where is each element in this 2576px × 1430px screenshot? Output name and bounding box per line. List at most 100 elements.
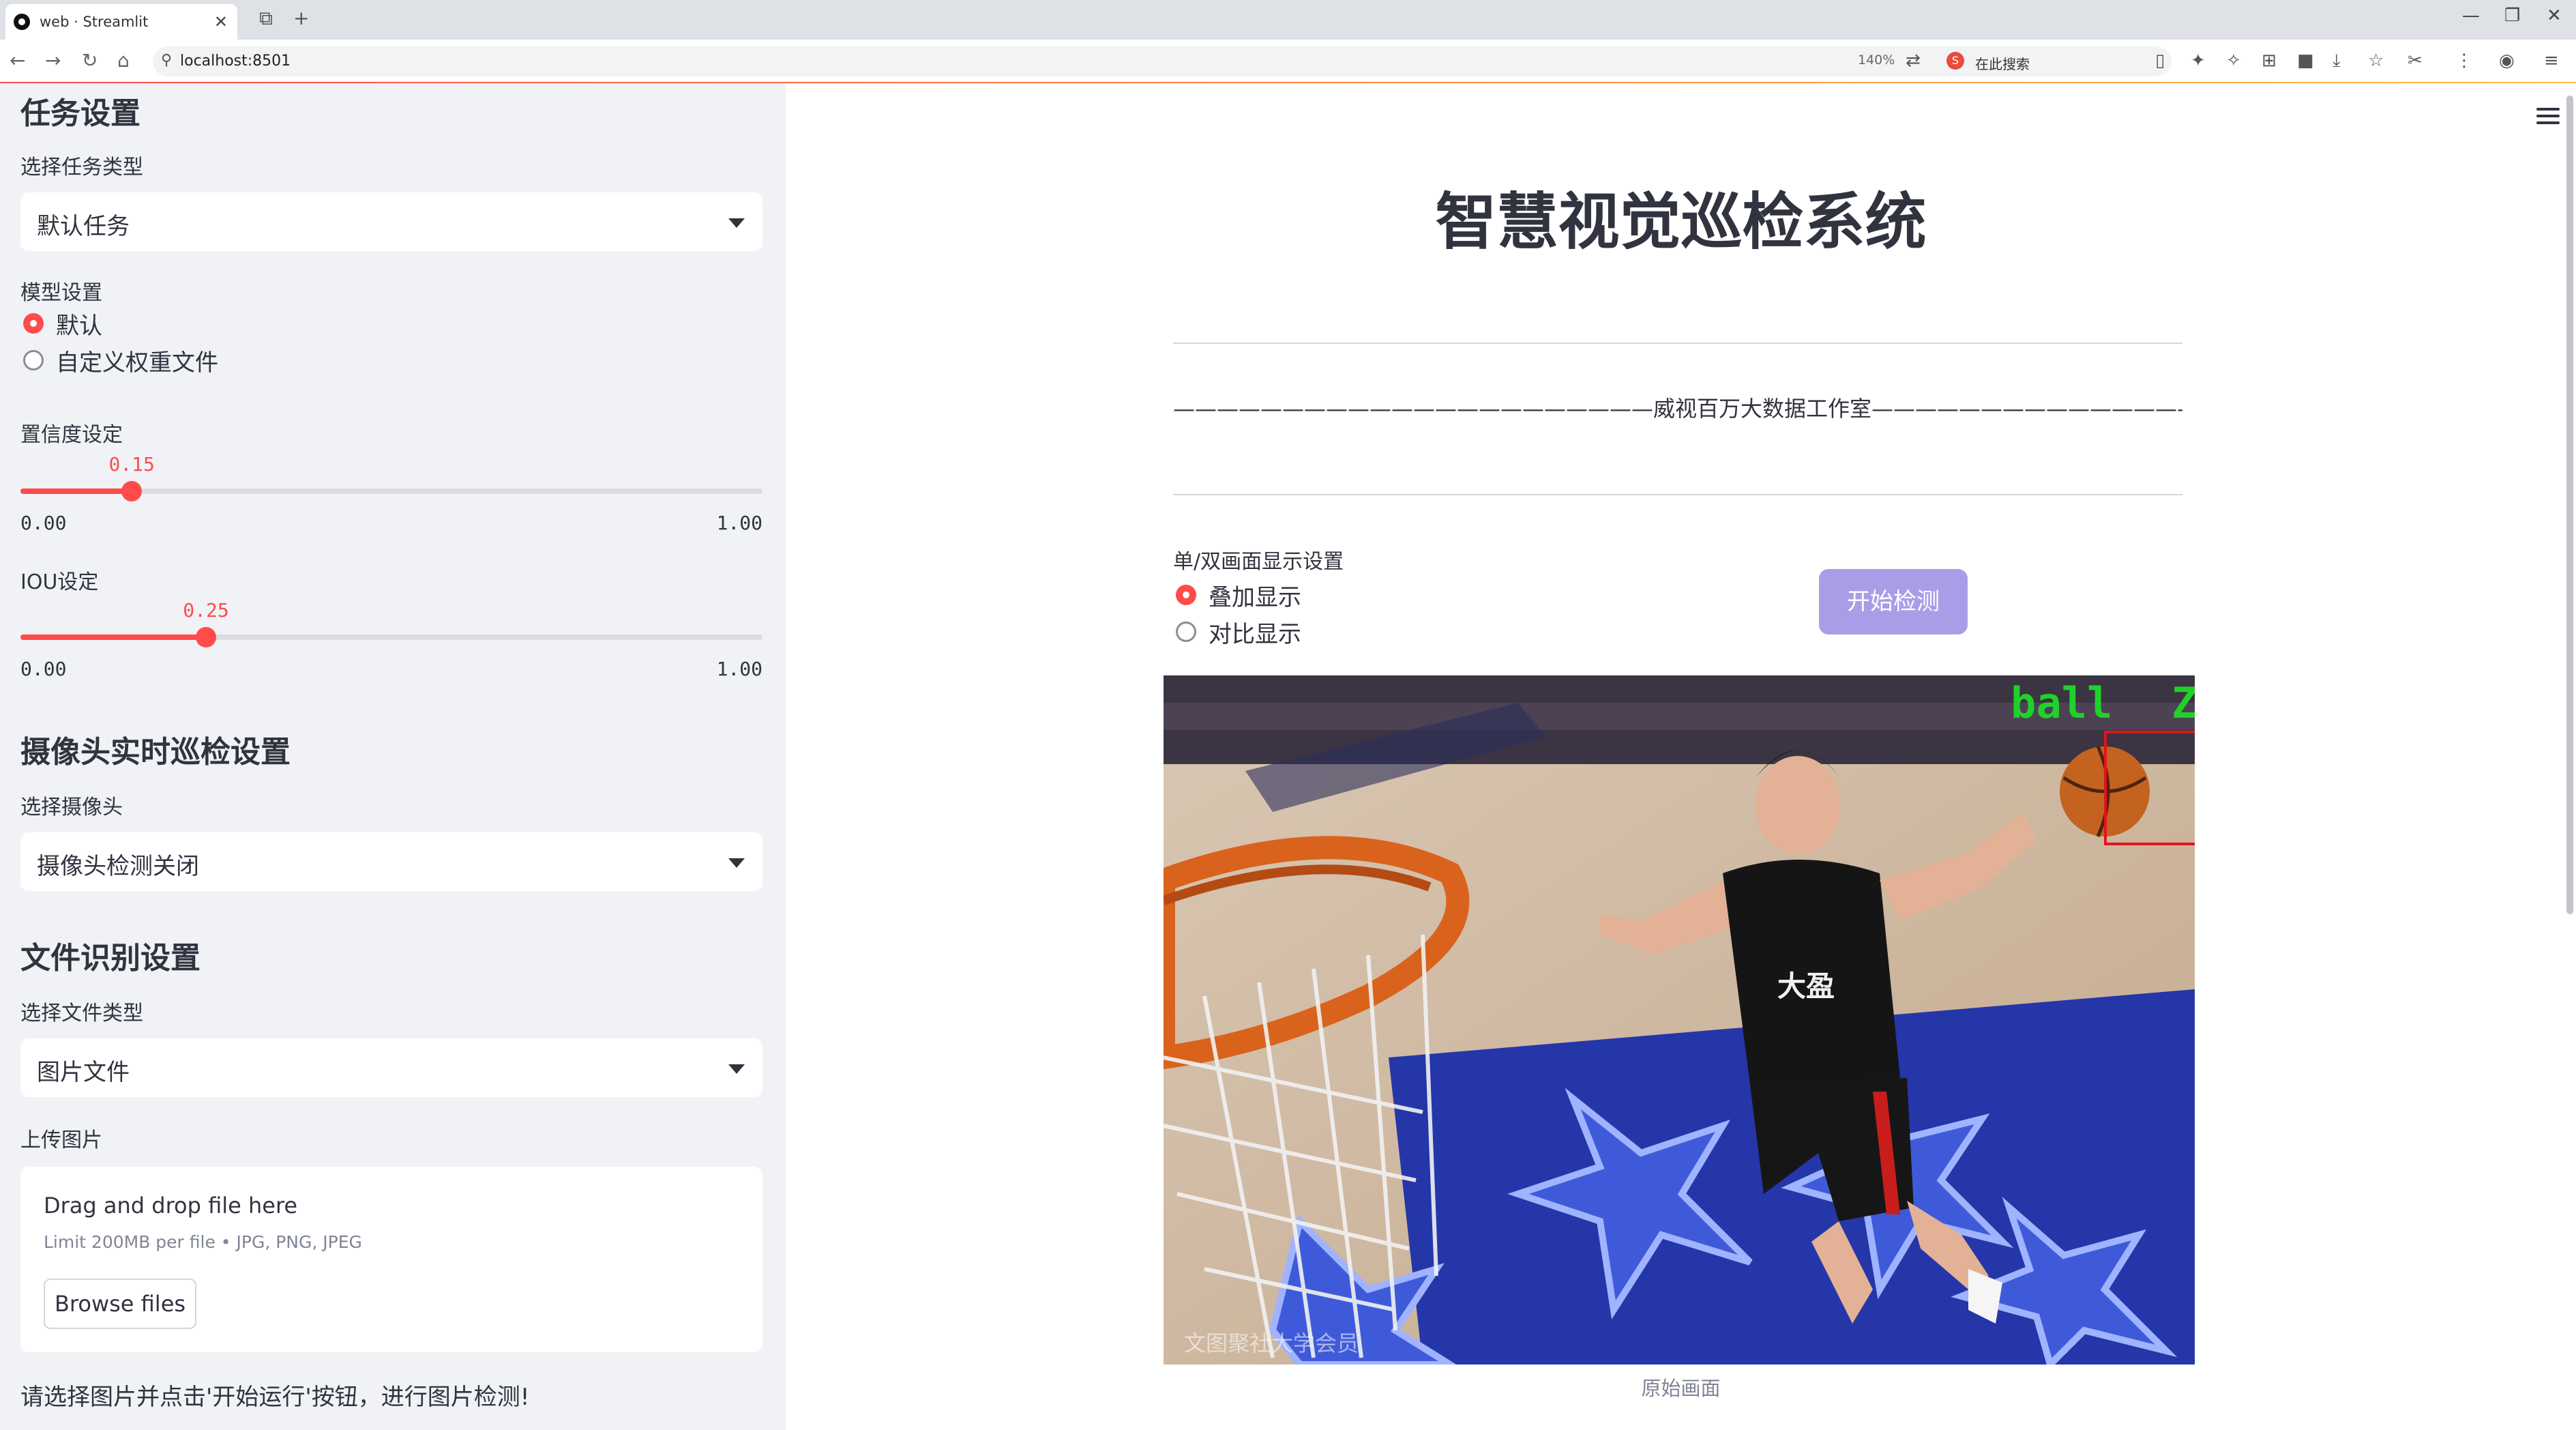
download-icon[interactable]: ⤓ bbox=[2333, 50, 2341, 72]
confidence-min: 0.00 bbox=[20, 512, 67, 534]
iou-min: 0.00 bbox=[20, 658, 67, 680]
extension-bird-icon[interactable]: ✧ bbox=[2226, 50, 2241, 71]
photo-watermark: 文图聚社大学会员 bbox=[1184, 1330, 1359, 1356]
basketball-dunk-photo: 大盈 ball Z 文图聚社大学会员 bbox=[1164, 675, 2195, 1365]
radio-unselected-icon bbox=[1176, 622, 1196, 642]
reload-icon[interactable]: ↻ bbox=[82, 49, 98, 72]
camera-select-label: 选择摄像头 bbox=[20, 796, 123, 819]
dropdown-chevron-icon bbox=[728, 218, 745, 228]
iou-slider-fill bbox=[20, 634, 206, 640]
zoom-level[interactable]: 140% bbox=[1858, 53, 1895, 68]
extension-black-icon[interactable]: ■ bbox=[2297, 50, 2314, 71]
file-dropzone[interactable]: Drag and drop file here Limit 200MB per … bbox=[20, 1167, 763, 1352]
iou-slider[interactable] bbox=[20, 627, 763, 647]
camera-select-value: 摄像头检测关闭 bbox=[37, 853, 199, 880]
search-placeholder: 在此搜索 bbox=[1975, 56, 2030, 72]
iou-value: 0.25 bbox=[183, 599, 229, 622]
page-scrollbar[interactable] bbox=[2566, 96, 2573, 914]
search-engine-logo-icon: S bbox=[1946, 52, 1964, 70]
minimize-icon[interactable]: — bbox=[2462, 5, 2480, 26]
dropdown-chevron-icon bbox=[728, 858, 745, 868]
detection-label: ball bbox=[2011, 678, 2112, 728]
display-mode-label: 单/双画面显示设置 bbox=[1173, 550, 1344, 574]
detection-label-tail: Z bbox=[2172, 678, 2195, 728]
upload-label: 上传图片 bbox=[20, 1128, 102, 1152]
extension-translate-icon[interactable]: ⊞ bbox=[2262, 50, 2277, 71]
phone-icon[interactable]: ▯ bbox=[2155, 50, 2165, 71]
iou-label: IOU设定 bbox=[20, 570, 99, 594]
restore-icon[interactable]: ❐ bbox=[2504, 5, 2520, 26]
confidence-slider[interactable] bbox=[20, 481, 763, 501]
model-option-label: 自定义权重文件 bbox=[56, 349, 218, 377]
radio-selected-icon bbox=[1176, 585, 1196, 605]
tab-search-icon[interactable]: ⧉ bbox=[259, 7, 273, 30]
more-icon[interactable]: ⋮ bbox=[2455, 50, 2473, 71]
confidence-value: 0.15 bbox=[108, 453, 155, 476]
search-field[interactable]: S 在此搜索 bbox=[1937, 48, 2142, 75]
model-settings-label: 模型设置 bbox=[20, 281, 102, 305]
confidence-slider-thumb[interactable] bbox=[121, 481, 143, 501]
file-type-label: 选择文件类型 bbox=[20, 1002, 143, 1025]
iou-max: 1.00 bbox=[716, 658, 763, 680]
extension-color-icon[interactable]: ✦ bbox=[2191, 50, 2206, 71]
sidebar-instruction: 请选择图片并点击'开始运行'按钮，进行图片检测! bbox=[20, 1384, 530, 1411]
translate-icon[interactable]: ⇄ bbox=[1906, 50, 1921, 71]
divider bbox=[1173, 494, 2182, 495]
start-detection-button[interactable]: 开始检测 bbox=[1819, 569, 1968, 634]
display-option-label: 叠加显示 bbox=[1209, 583, 1301, 611]
dropdown-chevron-icon bbox=[728, 1064, 745, 1074]
favorites-icon[interactable]: ☆ bbox=[2368, 50, 2384, 71]
confidence-slider-fill bbox=[20, 488, 132, 494]
home-icon[interactable]: ⌂ bbox=[117, 49, 130, 72]
file-type-value: 图片文件 bbox=[37, 1059, 130, 1086]
camera-settings-heading: 摄像头实时巡检设置 bbox=[20, 735, 291, 770]
radio-unselected-icon bbox=[23, 350, 44, 370]
confidence-max: 1.00 bbox=[716, 512, 763, 534]
search-icon: ⚲ bbox=[161, 52, 173, 69]
model-option-label: 默认 bbox=[56, 312, 102, 340]
task-type-select[interactable]: 默认任务 bbox=[20, 192, 763, 251]
app-window: web · Streamlit ✕ ⧉ + — ❐ ✕ ← → ↻ ⌂ ⚲ lo… bbox=[0, 0, 2576, 1430]
browser-menu-icon[interactable]: ≡ bbox=[2544, 50, 2559, 71]
address-bar[interactable]: ⚲ localhost:8501 140% ⇄ ϟ ◫ ➚ ☆ bbox=[153, 46, 2172, 76]
tab-close-icon[interactable]: ✕ bbox=[214, 12, 228, 31]
sidebar: 任务设置 选择任务类型 默认任务 模型设置 默认 自定义权重文件 置信度设定 0… bbox=[0, 83, 786, 1430]
dropzone-limit: Limit 200MB per file • JPG, PNG, JPEG bbox=[44, 1232, 362, 1252]
svg-text:大盈: 大盈 bbox=[1777, 969, 1835, 1003]
task-settings-heading: 任务设置 bbox=[20, 96, 140, 131]
streamlit-favicon-icon bbox=[14, 14, 30, 30]
camera-select[interactable]: 摄像头检测关闭 bbox=[20, 832, 763, 891]
dropzone-title: Drag and drop file here bbox=[44, 1193, 298, 1219]
browser-tab[interactable]: web · Streamlit ✕ bbox=[5, 4, 237, 40]
forward-icon[interactable]: → bbox=[45, 49, 61, 72]
file-type-select[interactable]: 图片文件 bbox=[20, 1038, 763, 1097]
browse-files-button[interactable]: Browse files bbox=[44, 1279, 196, 1329]
studio-subtitle: ——————————————————————威视百万大数据工作室————————… bbox=[1173, 396, 2182, 422]
display-radio-compare[interactable]: 对比显示 bbox=[1176, 617, 1301, 648]
detection-image: 大盈 ball Z 文图聚社大学会员 bbox=[1164, 675, 2195, 1365]
display-radio-overlay[interactable]: 叠加显示 bbox=[1176, 580, 1301, 611]
model-radio-default[interactable]: 默认 bbox=[23, 308, 102, 340]
iou-slider-thumb[interactable] bbox=[196, 627, 216, 647]
confidence-label: 置信度设定 bbox=[20, 423, 123, 447]
model-radio-custom[interactable]: 自定义权重文件 bbox=[23, 345, 218, 377]
browser-tab-bar: web · Streamlit ✕ ⧉ + — ❐ ✕ bbox=[0, 0, 2576, 40]
new-tab-icon[interactable]: + bbox=[293, 7, 309, 29]
hamburger-menu-icon[interactable] bbox=[2536, 108, 2560, 126]
task-type-value: 默认任务 bbox=[37, 213, 130, 240]
window-close-icon[interactable]: ✕ bbox=[2547, 5, 2562, 26]
divider bbox=[1173, 342, 2182, 344]
image-caption: 原始画面 bbox=[1641, 1377, 1721, 1400]
back-icon[interactable]: ← bbox=[10, 49, 25, 72]
file-settings-heading: 文件识别设置 bbox=[20, 941, 201, 976]
main-content: 智慧视觉巡检系统 ——————————————————————威视百万大数据工作… bbox=[786, 83, 2576, 1430]
task-type-label: 选择任务类型 bbox=[20, 156, 143, 179]
radio-selected-icon bbox=[23, 313, 44, 334]
profile-avatar-icon[interactable]: ◉ bbox=[2499, 50, 2515, 71]
scissors-icon[interactable]: ✂ bbox=[2408, 50, 2423, 71]
display-option-label: 对比显示 bbox=[1209, 620, 1301, 648]
page-title: 智慧视觉巡检系统 bbox=[1435, 186, 1927, 258]
url-text: localhost:8501 bbox=[180, 53, 291, 70]
tab-title: web · Streamlit bbox=[40, 14, 149, 30]
browser-toolbar: ← → ↻ ⌂ ⚲ localhost:8501 140% ⇄ ϟ ◫ ➚ ☆ … bbox=[0, 40, 2576, 83]
